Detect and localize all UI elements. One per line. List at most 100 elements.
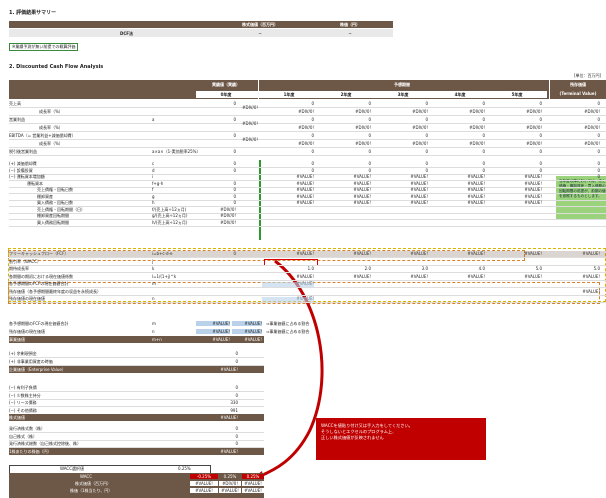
debt_rows-label: (−) 少数株主持分 bbox=[9, 392, 41, 398]
period-4: 4年度 bbox=[454, 92, 466, 97]
adj_rows-gridline bbox=[9, 212, 606, 214]
adj_rows-label: 運転資本 bbox=[27, 180, 43, 186]
adj_rows-val: #VALUE! bbox=[353, 193, 371, 199]
fcf_rows-gridline bbox=[9, 257, 606, 258]
adj_rows-val: 0 bbox=[425, 167, 428, 173]
adj_rows-val: 0 bbox=[311, 161, 314, 166]
adj_rows-val: #VALUE! bbox=[524, 193, 542, 199]
adj_rows-tv: 0 bbox=[597, 161, 600, 166]
period-0: 0年度 bbox=[220, 92, 232, 97]
sum-sym: m bbox=[152, 321, 156, 326]
sum-a: #VALUE! bbox=[196, 329, 230, 334]
adj_rows-tv: 0 bbox=[597, 174, 600, 179]
sens-row1-v2: #DIV/0! bbox=[219, 481, 241, 486]
fcf_rows-label: 各予想期間のFCFの現在価値合計 bbox=[9, 281, 69, 286]
pl_rows-val: #DIV/0! bbox=[298, 109, 314, 114]
sens-row1-v3: #VALUE! bbox=[242, 481, 264, 486]
share_rows-value: 0 bbox=[235, 426, 238, 431]
adj_rows-val: #VALUE! bbox=[353, 200, 371, 205]
pl_rows-gridline bbox=[9, 107, 606, 108]
adj_rows-val: #VALUE! bbox=[353, 187, 371, 192]
sum-note: ⇒事業価値に占める割合 bbox=[266, 321, 310, 326]
fcf-row-bg bbox=[9, 251, 606, 257]
sum-b: #VALUE! bbox=[232, 321, 262, 326]
header-forecast: 予想期間 bbox=[394, 82, 410, 87]
adj_rows-val: #VALUE! bbox=[296, 193, 314, 199]
sens-header-value[interactable]: 0.25% bbox=[178, 466, 191, 471]
adj_rows-label: (+) 減価償却費 bbox=[9, 161, 37, 166]
pl_rows-val: #DIV/0! bbox=[298, 141, 314, 146]
adj_rows-sym: f+g-h bbox=[152, 180, 164, 186]
adj_rows-v0: 0 bbox=[233, 180, 236, 186]
pl_rows-val: #DIV/0! bbox=[526, 109, 542, 114]
ev_rows-label: (+) 余剰現預金 bbox=[9, 351, 37, 356]
adj_rows-val: #VALUE! bbox=[296, 200, 314, 205]
pl_rows-val: 0 bbox=[539, 101, 542, 106]
adj_rows-tv: 0 bbox=[597, 167, 600, 173]
adj_rows-sym: g bbox=[152, 193, 155, 199]
adj_rows-val: #VALUE! bbox=[410, 180, 428, 186]
section2-title: 2. Discounted Cash Flow Analysis bbox=[9, 64, 104, 70]
adj_rows-label: 買入債務・回転日数 bbox=[37, 200, 73, 205]
pl_rows-label: 成長率（%） bbox=[39, 141, 63, 146]
sens-header-label: WACC選択値 bbox=[60, 466, 84, 471]
sens-row1-v1: #VALUE! bbox=[190, 481, 218, 486]
adj_rows-val: #VALUE! bbox=[467, 193, 485, 199]
pl_rows-gridline bbox=[9, 155, 606, 156]
sens-row2-v2: #VALUE! bbox=[219, 488, 241, 493]
adj_rows-v0: 0 bbox=[233, 193, 236, 199]
pl_rows-tv: 0 bbox=[597, 117, 600, 122]
pl_rows-val: #DIV/0! bbox=[526, 125, 542, 130]
adj_rows-label: (−) 運転資本増加額 bbox=[9, 174, 45, 179]
fcf_rows-val: #VALUE! bbox=[524, 273, 542, 279]
pl_rows-val: 0 bbox=[368, 149, 371, 154]
fcf_rows-val: #VALUE! bbox=[353, 273, 371, 279]
sens-wacc-label: WACC bbox=[80, 474, 92, 479]
pl_rows-val: 0 bbox=[482, 101, 485, 106]
period-5: 5年度 bbox=[511, 92, 523, 97]
adj_rows-label: (−) 設備投資 bbox=[9, 167, 33, 173]
summary-dcf-value[interactable]: ~ bbox=[216, 31, 304, 36]
pl_rows-val: 0 bbox=[311, 101, 314, 106]
sum-b: #VALUE! bbox=[232, 329, 262, 334]
summary-dcf-price[interactable]: ~ bbox=[306, 31, 394, 36]
summary-col-header-value: 株式価値（百万円） bbox=[242, 22, 278, 27]
adj_rows-sym: h bbox=[152, 200, 155, 205]
sens-row2-v1: #VALUE! bbox=[190, 488, 218, 493]
sum-label: 各予想期間のFCFの現在価値合計 bbox=[9, 321, 69, 326]
adj_rows-val: #VALUE! bbox=[524, 180, 542, 186]
pl_rows-gridline bbox=[9, 131, 606, 132]
adj_rows-val: 0 bbox=[311, 167, 314, 173]
sens-row2-v3: #VALUE! bbox=[242, 488, 264, 493]
adj_rows-val: #VALUE! bbox=[410, 193, 428, 199]
debt_rows-value: 0 bbox=[235, 385, 238, 390]
pl_rows-v0b: #DIV/0! bbox=[242, 105, 258, 110]
adj_rows-v0: #DIV/0! bbox=[220, 219, 236, 225]
summary-note: ※業績予測が無い前提での概算評価 bbox=[9, 43, 79, 51]
fcf_rows-sym: j bbox=[152, 258, 154, 264]
adj_rows-gridline bbox=[9, 219, 606, 220]
pl_rows-val: #DIV/0! bbox=[469, 141, 485, 146]
debt_rows-value: #VALUE! bbox=[220, 415, 238, 420]
pl_rows-val: 0 bbox=[539, 133, 542, 138]
debt_rows-label: (−) 有利子負債 bbox=[9, 385, 37, 390]
sum-note: ⇒事業価値に占める割合 bbox=[266, 329, 310, 334]
sum-sym: n bbox=[152, 329, 155, 334]
adj_rows-sym: d bbox=[152, 167, 155, 173]
fcf_rows-gridline bbox=[9, 302, 606, 303]
adj_rows-v0: 0 bbox=[233, 161, 236, 166]
sens-col-1: -0.25% bbox=[190, 474, 218, 479]
pl_rows-label: 売上高 bbox=[9, 101, 21, 106]
adj_rows-val: 0 bbox=[368, 161, 371, 166]
fcf_rows-val: 2.0 bbox=[364, 266, 371, 271]
fcf_rows-tv: 5.0 bbox=[593, 266, 600, 271]
adj_rows-val: #VALUE! bbox=[467, 200, 485, 205]
adj_rows-sym: g/(売上高÷12ヵ月) bbox=[152, 213, 188, 218]
adj_rows-val: #VALUE! bbox=[467, 180, 485, 186]
adj_rows-label: 売上債権・回転期間（日） bbox=[37, 206, 85, 212]
pl_rows-v0: 0 bbox=[233, 149, 236, 154]
pl_rows-tv: 0 bbox=[597, 133, 600, 138]
pv-factor-cell bbox=[262, 282, 314, 287]
period-3: 3年度 bbox=[397, 92, 409, 97]
pl_rows-label: 税引後営業利益 bbox=[9, 149, 37, 154]
